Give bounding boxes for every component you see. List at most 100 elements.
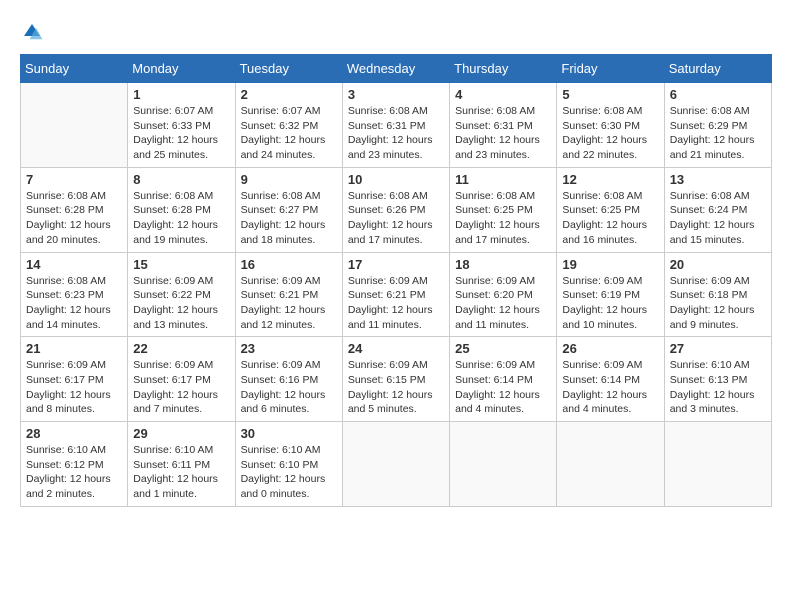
weekday-header-tuesday: Tuesday: [235, 55, 342, 83]
day-number: 6: [670, 87, 766, 102]
day-info: Sunrise: 6:08 AM Sunset: 6:25 PM Dayligh…: [562, 189, 658, 248]
day-info: Sunrise: 6:10 AM Sunset: 6:10 PM Dayligh…: [241, 443, 337, 502]
day-number: 22: [133, 341, 229, 356]
day-info: Sunrise: 6:09 AM Sunset: 6:18 PM Dayligh…: [670, 274, 766, 333]
day-info: Sunrise: 6:09 AM Sunset: 6:20 PM Dayligh…: [455, 274, 551, 333]
day-number: 12: [562, 172, 658, 187]
day-number: 15: [133, 257, 229, 272]
day-number: 5: [562, 87, 658, 102]
day-cell: 23 Sunrise: 6:09 AM Sunset: 6:16 PM Dayli…: [235, 337, 342, 422]
day-number: 11: [455, 172, 551, 187]
weekday-header-thursday: Thursday: [450, 55, 557, 83]
day-cell: 3 Sunrise: 6:08 AM Sunset: 6:31 PM Daylig…: [342, 83, 449, 168]
day-info: Sunrise: 6:09 AM Sunset: 6:19 PM Dayligh…: [562, 274, 658, 333]
day-cell: 18 Sunrise: 6:09 AM Sunset: 6:20 PM Dayli…: [450, 252, 557, 337]
day-info: Sunrise: 6:08 AM Sunset: 6:31 PM Dayligh…: [348, 104, 444, 163]
day-cell: [450, 422, 557, 507]
day-cell: 2 Sunrise: 6:07 AM Sunset: 6:32 PM Daylig…: [235, 83, 342, 168]
day-cell: 19 Sunrise: 6:09 AM Sunset: 6:19 PM Dayli…: [557, 252, 664, 337]
day-cell: [557, 422, 664, 507]
day-cell: [342, 422, 449, 507]
day-number: 4: [455, 87, 551, 102]
day-info: Sunrise: 6:09 AM Sunset: 6:15 PM Dayligh…: [348, 358, 444, 417]
day-cell: 12 Sunrise: 6:08 AM Sunset: 6:25 PM Dayli…: [557, 167, 664, 252]
day-info: Sunrise: 6:09 AM Sunset: 6:16 PM Dayligh…: [241, 358, 337, 417]
logo: [20, 20, 48, 44]
day-number: 16: [241, 257, 337, 272]
week-row-3: 14Sunrise: 6:08 AM Sunset: 6:23 PM Dayli…: [21, 252, 772, 337]
day-info: Sunrise: 6:08 AM Sunset: 6:30 PM Dayligh…: [562, 104, 658, 163]
day-info: Sunrise: 6:10 AM Sunset: 6:13 PM Dayligh…: [670, 358, 766, 417]
day-info: Sunrise: 6:07 AM Sunset: 6:33 PM Dayligh…: [133, 104, 229, 163]
day-info: Sunrise: 6:10 AM Sunset: 6:12 PM Dayligh…: [26, 443, 122, 502]
day-cell: [21, 83, 128, 168]
weekday-header-sunday: Sunday: [21, 55, 128, 83]
day-info: Sunrise: 6:08 AM Sunset: 6:27 PM Dayligh…: [241, 189, 337, 248]
day-cell: 6 Sunrise: 6:08 AM Sunset: 6:29 PM Daylig…: [664, 83, 771, 168]
day-cell: 24 Sunrise: 6:09 AM Sunset: 6:15 PM Dayli…: [342, 337, 449, 422]
day-number: 24: [348, 341, 444, 356]
day-number: 23: [241, 341, 337, 356]
logo-icon: [20, 20, 44, 44]
day-number: 7: [26, 172, 122, 187]
weekday-header-friday: Friday: [557, 55, 664, 83]
weekday-header-wednesday: Wednesday: [342, 55, 449, 83]
calendar-table: SundayMondayTuesdayWednesdayThursdayFrid…: [20, 54, 772, 507]
day-cell: 21Sunrise: 6:09 AM Sunset: 6:17 PM Dayli…: [21, 337, 128, 422]
day-number: 18: [455, 257, 551, 272]
day-info: Sunrise: 6:09 AM Sunset: 6:14 PM Dayligh…: [562, 358, 658, 417]
day-info: Sunrise: 6:10 AM Sunset: 6:11 PM Dayligh…: [133, 443, 229, 502]
day-number: 13: [670, 172, 766, 187]
day-info: Sunrise: 6:09 AM Sunset: 6:21 PM Dayligh…: [241, 274, 337, 333]
page-header: [20, 20, 772, 44]
day-number: 29: [133, 426, 229, 441]
day-info: Sunrise: 6:08 AM Sunset: 6:23 PM Dayligh…: [26, 274, 122, 333]
week-row-5: 28 Sunrise: 6:10 AM Sunset: 6:12 PM Dayli…: [21, 422, 772, 507]
day-cell: 30 Sunrise: 6:10 AM Sunset: 6:10 PM Dayli…: [235, 422, 342, 507]
day-info: Sunrise: 6:07 AM Sunset: 6:32 PM Dayligh…: [241, 104, 337, 163]
day-info: Sunrise: 6:09 AM Sunset: 6:17 PM Dayligh…: [133, 358, 229, 417]
day-cell: 7Sunrise: 6:08 AM Sunset: 6:28 PM Daylig…: [21, 167, 128, 252]
day-cell: 11Sunrise: 6:08 AM Sunset: 6:25 PM Dayli…: [450, 167, 557, 252]
day-cell: 27 Sunrise: 6:10 AM Sunset: 6:13 PM Dayli…: [664, 337, 771, 422]
day-cell: 8Sunrise: 6:08 AM Sunset: 6:28 PM Daylig…: [128, 167, 235, 252]
weekday-header-saturday: Saturday: [664, 55, 771, 83]
day-info: Sunrise: 6:09 AM Sunset: 6:14 PM Dayligh…: [455, 358, 551, 417]
day-number: 25: [455, 341, 551, 356]
day-cell: 17Sunrise: 6:09 AM Sunset: 6:21 PM Dayli…: [342, 252, 449, 337]
day-cell: 14Sunrise: 6:08 AM Sunset: 6:23 PM Dayli…: [21, 252, 128, 337]
day-cell: 13 Sunrise: 6:08 AM Sunset: 6:24 PM Dayli…: [664, 167, 771, 252]
day-number: 19: [562, 257, 658, 272]
day-info: Sunrise: 6:08 AM Sunset: 6:31 PM Dayligh…: [455, 104, 551, 163]
day-info: Sunrise: 6:09 AM Sunset: 6:17 PM Dayligh…: [26, 358, 122, 417]
day-cell: 4 Sunrise: 6:08 AM Sunset: 6:31 PM Daylig…: [450, 83, 557, 168]
week-row-2: 7Sunrise: 6:08 AM Sunset: 6:28 PM Daylig…: [21, 167, 772, 252]
day-number: 8: [133, 172, 229, 187]
day-number: 2: [241, 87, 337, 102]
day-cell: 26 Sunrise: 6:09 AM Sunset: 6:14 PM Dayli…: [557, 337, 664, 422]
day-cell: 29 Sunrise: 6:10 AM Sunset: 6:11 PM Dayli…: [128, 422, 235, 507]
day-cell: 25 Sunrise: 6:09 AM Sunset: 6:14 PM Dayli…: [450, 337, 557, 422]
day-number: 10: [348, 172, 444, 187]
day-info: Sunrise: 6:09 AM Sunset: 6:22 PM Dayligh…: [133, 274, 229, 333]
day-number: 3: [348, 87, 444, 102]
day-info: Sunrise: 6:08 AM Sunset: 6:29 PM Dayligh…: [670, 104, 766, 163]
day-number: 27: [670, 341, 766, 356]
day-number: 9: [241, 172, 337, 187]
day-cell: 10 Sunrise: 6:08 AM Sunset: 6:26 PM Dayli…: [342, 167, 449, 252]
day-number: 20: [670, 257, 766, 272]
day-cell: 5 Sunrise: 6:08 AM Sunset: 6:30 PM Daylig…: [557, 83, 664, 168]
week-row-1: 1 Sunrise: 6:07 AM Sunset: 6:33 PM Daylig…: [21, 83, 772, 168]
day-number: 30: [241, 426, 337, 441]
day-number: 28: [26, 426, 122, 441]
day-cell: 20 Sunrise: 6:09 AM Sunset: 6:18 PM Dayli…: [664, 252, 771, 337]
weekday-header-monday: Monday: [128, 55, 235, 83]
day-number: 1: [133, 87, 229, 102]
day-cell: 16 Sunrise: 6:09 AM Sunset: 6:21 PM Dayli…: [235, 252, 342, 337]
day-info: Sunrise: 6:08 AM Sunset: 6:26 PM Dayligh…: [348, 189, 444, 248]
day-info: Sunrise: 6:08 AM Sunset: 6:24 PM Dayligh…: [670, 189, 766, 248]
week-row-4: 21Sunrise: 6:09 AM Sunset: 6:17 PM Dayli…: [21, 337, 772, 422]
day-cell: 9 Sunrise: 6:08 AM Sunset: 6:27 PM Daylig…: [235, 167, 342, 252]
day-info: Sunrise: 6:09 AM Sunset: 6:21 PM Dayligh…: [348, 274, 444, 333]
day-number: 26: [562, 341, 658, 356]
